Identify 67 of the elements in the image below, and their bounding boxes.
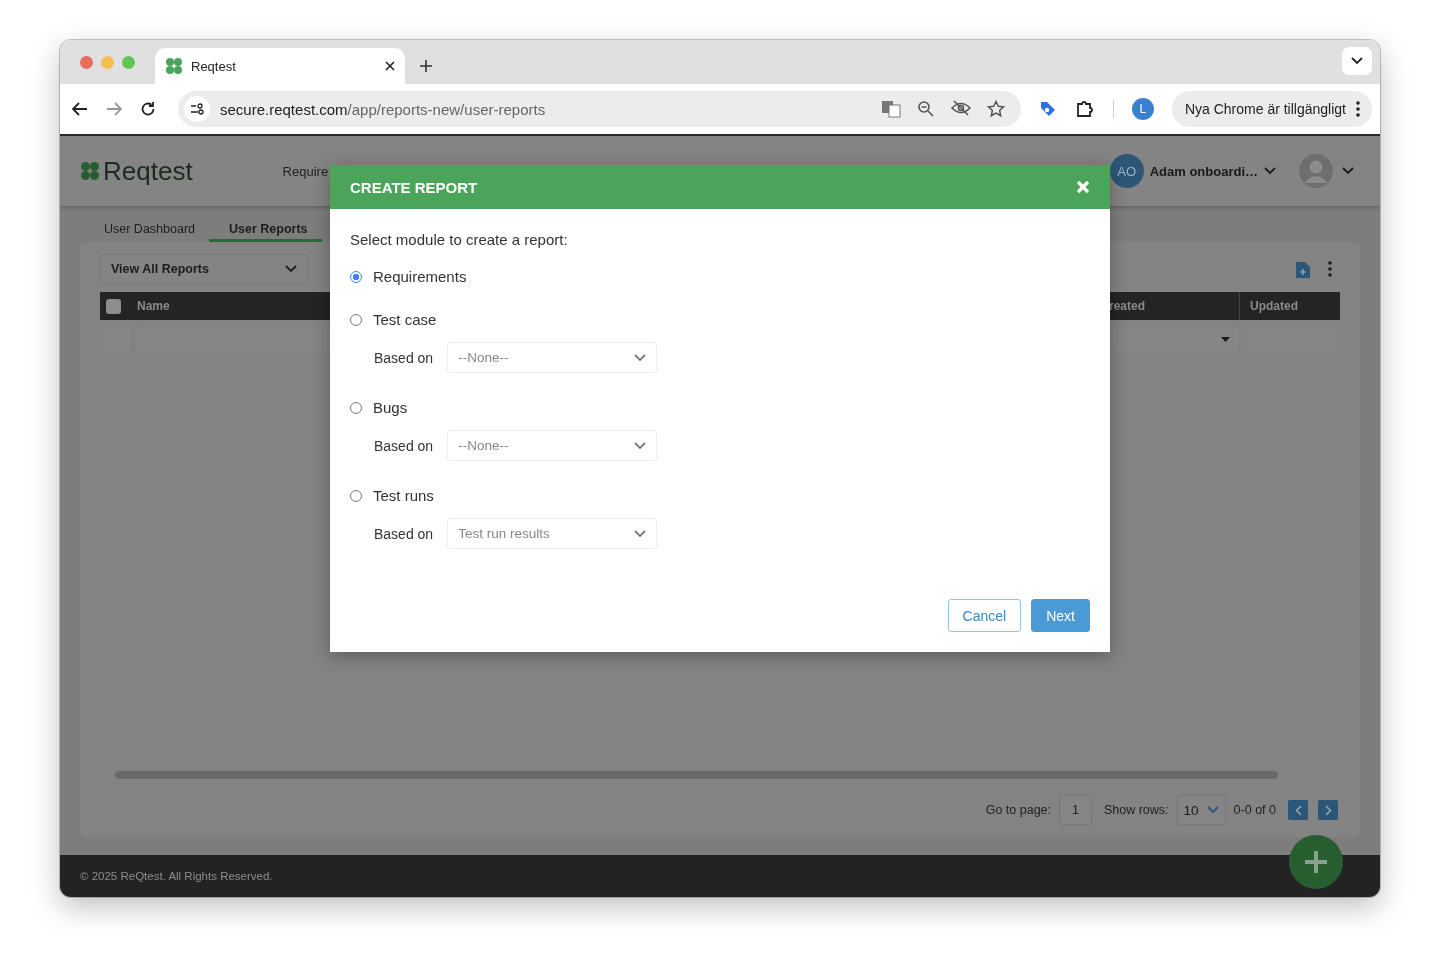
chevron-down-icon [634,529,647,538]
chevron-right-icon [1324,804,1332,816]
more-options-icon [1356,101,1360,117]
next-page-button[interactable] [1318,800,1338,820]
chevron-down-icon [1351,57,1363,65]
close-button[interactable] [1076,180,1090,194]
chevron-down-icon [1264,167,1276,175]
chevron-down-icon [1206,806,1219,814]
based-on-label: Based on [374,437,434,454]
forward-button[interactable] [106,102,122,116]
based-on-select[interactable]: Test run results [447,518,658,549]
chevron-down-icon [1342,167,1354,175]
chevron-down-icon [634,441,647,450]
close-window-button[interactable] [80,55,93,69]
go-to-page-label: Go to page: [985,803,1051,817]
price-tag-icon[interactable] [1038,100,1057,118]
eye-slash-icon[interactable] [950,100,971,116]
dialog-prompt: Select module to create a report: [350,231,569,248]
footer-text: © 2025 ReQtest. All Rights Reserved. [60,855,1380,897]
star-icon[interactable] [986,100,1005,118]
page-number-field[interactable]: 1 [1059,795,1092,825]
based-on-select[interactable]: --None-- [447,342,658,373]
back-button[interactable] [72,102,88,116]
user-menu[interactable]: AO Adam onboardi… [1109,154,1276,188]
based-on-label: Based on [374,349,434,366]
chevron-left-icon [1294,804,1302,816]
dialog-title: CREATE REPORT [350,178,478,196]
rows-per-page-select[interactable]: 10 [1176,795,1226,825]
chevron-down-icon [634,353,647,362]
zoom-out-icon[interactable] [916,100,935,118]
add-file-icon[interactable] [1296,260,1310,278]
page-range-text: 0-0 of 0 [1233,803,1276,817]
horizontal-scrollbar[interactable] [115,771,1278,779]
radio-option[interactable]: Test runs [350,487,1090,504]
update-chrome-button[interactable]: Nya Chrome är tillgängligt [1171,91,1372,127]
based-on-select[interactable]: --None-- [447,430,658,461]
radio-option[interactable]: Requirements [350,268,1090,285]
select-all-checkbox[interactable] [106,298,121,314]
dropdown-triangle-icon [1221,336,1230,342]
puzzle-piece-icon[interactable] [1074,99,1095,119]
column-header[interactable]: reated [1109,299,1239,313]
browser-tab[interactable]: Reqtest [155,48,405,84]
tab-search-button[interactable] [1342,47,1372,75]
plus-icon [1304,850,1328,874]
radio-button[interactable] [350,270,362,283]
report-filter-select[interactable]: View All Reports [100,254,308,284]
close-icon[interactable] [385,61,395,71]
column-header[interactable]: Updated [1239,292,1340,320]
site-settings-button[interactable] [184,96,210,122]
reqtest-logo-icon [165,57,183,75]
previous-page-button[interactable] [1288,800,1308,820]
next-button[interactable]: Next [1031,599,1090,632]
cancel-button[interactable]: Cancel [947,599,1022,632]
radio-option[interactable]: Bugs [350,399,1090,416]
show-rows-label: Show rows: [1103,803,1169,817]
translate-icon[interactable] [880,100,901,118]
nav-item[interactable]: Require [282,163,329,179]
reload-button[interactable] [140,101,156,117]
reqtest-logo[interactable]: Reqtest [80,155,193,187]
chevron-down-icon [285,265,297,273]
more-options-icon[interactable] [1328,261,1332,277]
radio-option[interactable]: Test case [350,311,1090,328]
page-tab[interactable]: User Dashboard [104,218,209,242]
column-header[interactable]: Name [137,299,170,313]
sliders-icon [190,103,204,115]
profile-avatar[interactable]: L [1131,98,1154,120]
based-on-label: Based on [374,525,434,542]
